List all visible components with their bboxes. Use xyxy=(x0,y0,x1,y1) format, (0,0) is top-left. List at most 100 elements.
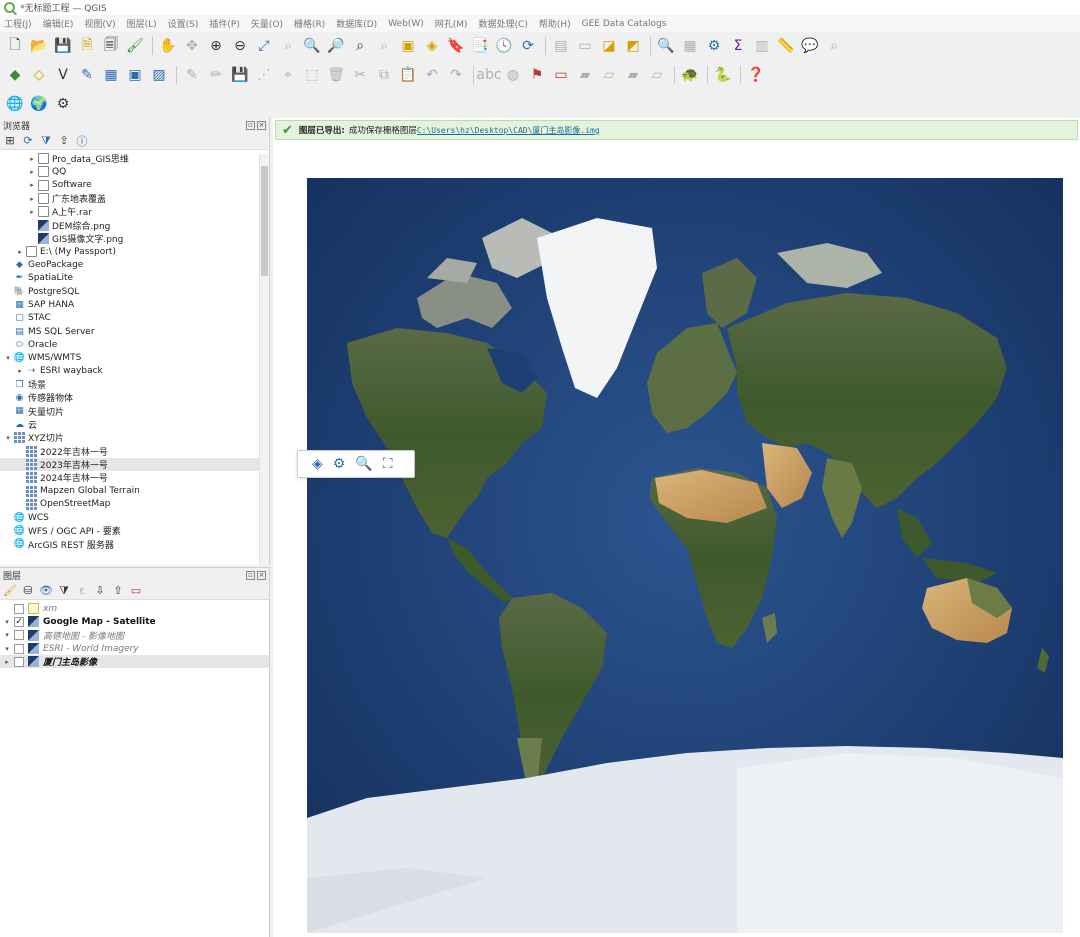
close-panel-icon[interactable]: × xyxy=(257,120,266,130)
new-3d-view-icon[interactable]: ◈ xyxy=(423,37,441,55)
browser-item[interactable]: ▾ XYZ切片 xyxy=(0,431,269,444)
label-move-icon[interactable]: ▰ xyxy=(576,66,594,84)
browser-item[interactable]: 🌐 WFS / OGC API - 要素 xyxy=(0,524,269,538)
float-panel-icon[interactable]: ▫ xyxy=(246,120,255,130)
label-properties-icon[interactable]: ▱ xyxy=(648,66,666,84)
layer-visibility-checkbox[interactable] xyxy=(14,603,24,614)
browser-item[interactable]: ▾ 🌐 WMS/WMTS xyxy=(0,351,269,364)
cut-features-icon[interactable]: ✂ xyxy=(351,66,369,84)
menu-item[interactable]: GEE Data Catalogs xyxy=(582,19,667,29)
label-tool-icon[interactable]: abc xyxy=(476,66,501,84)
data-source-manager-icon[interactable]: ◆ xyxy=(6,66,24,84)
settings-gear-icon[interactable]: ⚙ xyxy=(333,456,346,472)
zoom-last-icon[interactable]: ⌕ xyxy=(351,37,369,55)
menu-item[interactable]: Web(W) xyxy=(388,19,424,29)
message-file-link[interactable]: C:\Users\hz\Desktop\CAD\厦门主岛影像.img xyxy=(417,125,600,136)
browser-item[interactable]: GIS摄像文字.png xyxy=(0,232,269,245)
browser-item[interactable]: Mapzen Global Terrain xyxy=(0,484,269,497)
expand-arrow-icon[interactable]: ▾ xyxy=(4,354,12,362)
add-feature-icon[interactable]: ⋰ xyxy=(255,66,273,84)
browser-item[interactable]: ☁ 云 xyxy=(0,418,269,432)
menu-item[interactable]: 视图(V) xyxy=(84,17,115,30)
browser-item[interactable]: ▸ 广东地表覆盖 xyxy=(0,192,269,205)
browser-item[interactable]: ▸ Pro_data_GIS思维 xyxy=(0,152,269,165)
expand-arrow-icon[interactable]: ▸ xyxy=(28,155,36,163)
expand-arrow-icon[interactable]: ▸ xyxy=(28,195,36,203)
style-manager-icon[interactable]: 🖌 xyxy=(126,37,144,55)
new-geopackage-layer-icon[interactable]: ◇ xyxy=(30,66,48,84)
select-by-value-icon[interactable]: ◪ xyxy=(600,37,618,55)
menu-item[interactable]: 设置(S) xyxy=(168,17,199,30)
map-tips-icon[interactable]: 💬 xyxy=(801,37,819,55)
save-project-icon[interactable]: 💾 xyxy=(54,37,72,55)
menu-item[interactable]: 插件(P) xyxy=(209,17,239,30)
layer-visibility-checkbox[interactable] xyxy=(14,643,24,654)
menu-item[interactable]: 数据库(D) xyxy=(336,17,377,30)
toggle-editing-icon[interactable]: ✏ xyxy=(207,66,225,84)
browser-item[interactable]: ▸ E:\ (My Passport) xyxy=(0,245,269,258)
close-panel-icon[interactable]: × xyxy=(257,570,266,580)
manage-map-themes-icon[interactable]: 👁 xyxy=(39,584,53,597)
expand-arrow-icon[interactable]: ▸ xyxy=(16,367,24,375)
layer-item[interactable]: ▾ ESRI - World Imagery xyxy=(0,642,269,655)
add-mesh-layer-icon[interactable]: ▦ xyxy=(102,66,120,84)
expand-arrow-icon[interactable]: ▾ xyxy=(0,618,14,626)
add-selected-layers-icon[interactable]: ⊞ xyxy=(4,134,16,147)
browser-item[interactable]: ▸ Software xyxy=(0,179,269,192)
properties-icon[interactable]: ⓘ xyxy=(76,135,88,148)
expand-arrow-icon[interactable]: ▸ xyxy=(0,658,14,666)
browser-item[interactable]: ▦ 矢量切片 xyxy=(0,405,269,418)
open-project-icon[interactable]: 📂 xyxy=(30,37,48,55)
add-wfs-layer-icon[interactable]: ▨ xyxy=(150,66,168,84)
zoom-full-icon[interactable]: ⤢ xyxy=(255,37,273,55)
current-edits-icon[interactable]: ✎ xyxy=(183,66,201,84)
layer-visibility-checkbox[interactable] xyxy=(14,656,24,667)
temporal-controller-icon[interactable]: 🕓 xyxy=(495,37,513,55)
browser-item[interactable]: 2023年吉林一号 xyxy=(0,457,269,472)
zoom-layer-icon[interactable]: 🔍 xyxy=(303,37,321,55)
new-project-icon[interactable]: 🗋 xyxy=(6,37,24,55)
browser-item[interactable]: 🌐 WCS xyxy=(0,511,269,524)
browser-item[interactable]: 🐘 PostgreSQL xyxy=(0,285,269,298)
float-panel-icon[interactable]: ▫ xyxy=(246,570,255,580)
pin-labels-icon[interactable]: ◍ xyxy=(504,66,522,84)
redo-icon[interactable]: ↷ xyxy=(447,66,465,84)
new-print-layout-icon[interactable]: 🗎 xyxy=(78,37,96,55)
new-map-view-icon[interactable]: ▣ xyxy=(399,37,417,55)
layers-3d-icon[interactable]: ◈ xyxy=(312,456,323,472)
menu-item[interactable]: 工程(J) xyxy=(4,17,32,30)
menu-item[interactable]: 网孔(M) xyxy=(435,17,468,30)
add-group-icon[interactable]: ⛁ xyxy=(22,584,34,597)
add-wms-layer-icon[interactable]: ▣ xyxy=(126,66,144,84)
menu-item[interactable]: 矢量(O) xyxy=(251,17,283,30)
layer-item[interactable]: ▾ 高德地图 - 影像地图 xyxy=(0,629,269,642)
expand-arrow-icon[interactable]: ▾ xyxy=(4,434,12,442)
scrollbar-thumb[interactable] xyxy=(261,166,268,276)
browser-item[interactable]: OpenStreetMap xyxy=(0,498,269,511)
show-bookmarks-icon[interactable]: 📑 xyxy=(471,37,489,55)
browser-item[interactable]: DEM综合.png xyxy=(0,218,269,232)
browser-item[interactable]: ❒ 场景 xyxy=(0,378,269,392)
fullscreen-icon[interactable]: ⛶ xyxy=(383,456,393,472)
browser-item[interactable]: ◉ 传感器物体 xyxy=(0,391,269,405)
layout-manager-icon[interactable]: 🗐 xyxy=(102,37,120,55)
label-rotate-icon[interactable]: ▱ xyxy=(600,66,618,84)
expand-arrow-icon[interactable]: ▸ xyxy=(28,208,36,216)
browser-item[interactable]: ▢ STAC xyxy=(0,312,269,325)
browser-item[interactable]: ▸ QQ xyxy=(0,165,269,178)
remove-layer-icon[interactable]: ▭ xyxy=(130,584,142,597)
expand-all-icon[interactable]: ⇩ xyxy=(94,584,106,597)
browser-item[interactable]: ◆ GeoPackage xyxy=(0,258,269,271)
zoom-search-icon[interactable]: 🔍 xyxy=(355,456,372,472)
filter-browser-icon[interactable]: ⧩ xyxy=(40,134,52,147)
save-edits-icon[interactable]: 💾 xyxy=(231,66,249,84)
browser-item[interactable]: 2024年吉林一号 xyxy=(0,471,269,484)
select-features-icon[interactable]: ▭ xyxy=(576,37,594,55)
collapse-all-icon[interactable]: ⇪ xyxy=(58,134,70,147)
filter-legend-icon[interactable]: ⧩ xyxy=(58,584,70,597)
undo-icon[interactable]: ↶ xyxy=(423,66,441,84)
menu-item[interactable]: 编辑(E) xyxy=(43,17,74,30)
bookmark-icon[interactable]: 🔖 xyxy=(447,37,465,55)
measure-icon[interactable]: 📏 xyxy=(777,37,795,55)
label-change-icon[interactable]: ▰ xyxy=(624,66,642,84)
